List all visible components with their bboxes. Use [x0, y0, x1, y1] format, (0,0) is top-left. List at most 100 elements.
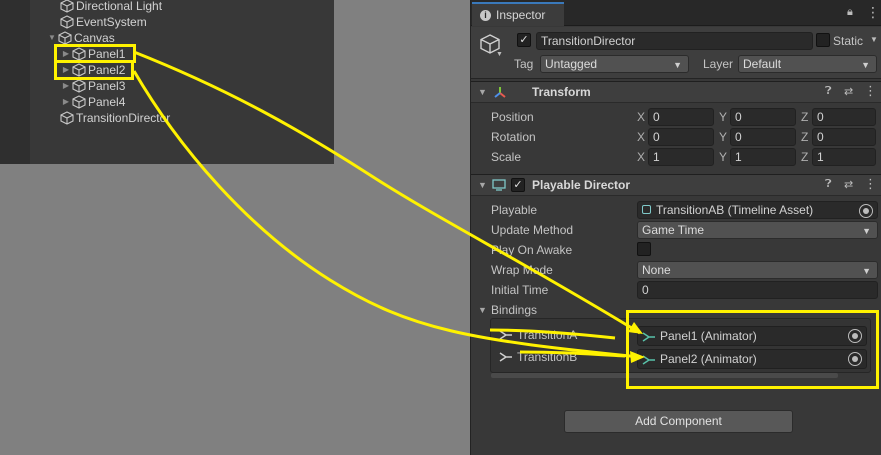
static-caret-icon[interactable]: ▼: [870, 35, 878, 44]
tag-value: Untagged: [545, 57, 598, 71]
collapsed-arrow-icon[interactable]: ▶: [60, 78, 72, 94]
playable-director-header[interactable]: ▼ ✓ Playable Director ❓︎ ⇄ ⋮: [471, 174, 881, 196]
inspector-tab-bar: i Inspector 🔒︎ ⋮: [471, 0, 881, 26]
hierarchy-item-label: Directional Light: [76, 0, 163, 13]
static-checkbox[interactable]: [816, 33, 830, 47]
timeline-asset-icon: [642, 205, 651, 214]
transform-header[interactable]: ▼ Transform ❓︎ ⇄ ⋮: [471, 81, 881, 103]
hierarchy-item-label: TransitionDirector: [76, 111, 171, 125]
transform-title: Transform: [532, 85, 591, 99]
hierarchy-item-panel4[interactable]: ▶ Panel4: [60, 94, 125, 110]
icon-dropdown-caret-icon[interactable]: ▼: [496, 51, 503, 58]
chevron-down-icon: ▼: [862, 266, 871, 276]
hierarchy-item-directional-light[interactable]: Directional Light: [60, 0, 162, 14]
scale-y-field[interactable]: 1: [730, 148, 796, 166]
playable-label: Playable: [491, 203, 538, 217]
hierarchy-item-label: Panel4: [88, 95, 126, 109]
hierarchy-item-label: EventSystem: [76, 15, 147, 29]
tab-inspector[interactable]: i Inspector: [472, 2, 564, 26]
layer-dropdown[interactable]: Default ▼: [738, 55, 877, 73]
position-x-field[interactable]: 0: [648, 108, 714, 126]
rotation-z-field[interactable]: 0: [812, 128, 876, 146]
axis-y-label: Y: [719, 110, 728, 124]
gameobject-name-field[interactable]: TransitionDirector: [536, 32, 813, 50]
axis-z-label: Z: [801, 130, 809, 144]
binding-track-label: TransitionA: [517, 328, 578, 342]
highlight-box-bindings: [626, 310, 879, 389]
tag-dropdown[interactable]: Untagged ▼: [540, 55, 689, 73]
binding-track-label: TransitionB: [517, 350, 578, 364]
scale-x-field[interactable]: 1: [648, 148, 714, 166]
component-enabled-checkbox[interactable]: ✓: [511, 178, 525, 192]
object-picker-icon[interactable]: [859, 204, 873, 218]
gameobject-icon: [58, 31, 72, 45]
presets-icon[interactable]: ⇄: [844, 178, 853, 191]
more-menu-icon[interactable]: ⋮: [866, 4, 880, 21]
gameobject-icon: [60, 15, 74, 29]
static-label: Static: [833, 34, 864, 48]
wrap-mode-label: Wrap Mode: [491, 263, 553, 277]
rotation-x-field[interactable]: 0: [648, 128, 714, 146]
initial-time-field[interactable]: 0: [637, 281, 878, 299]
playable-value: TransitionAB (Timeline Asset): [656, 203, 814, 217]
context-menu-icon[interactable]: ⋮: [864, 83, 877, 99]
tab-label: Inspector: [496, 8, 546, 22]
help-icon[interactable]: ❓︎: [825, 178, 832, 191]
hierarchy-item-eventsystem[interactable]: EventSystem: [60, 14, 147, 30]
hierarchy-item-label: Panel3: [88, 79, 126, 93]
axis-y-label: Y: [719, 150, 728, 164]
gameobject-icon: [60, 111, 74, 125]
gameobject-header: ▼ ✓ TransitionDirector Static ▼ Tag Unta…: [471, 27, 881, 79]
highlight-box-panel2: [54, 60, 134, 80]
playable-director-title: Playable Director: [532, 178, 631, 192]
position-z-field[interactable]: 0: [812, 108, 876, 126]
collapsed-arrow-icon[interactable]: ▶: [60, 94, 72, 110]
add-component-button[interactable]: Add Component: [564, 410, 793, 433]
info-icon: i: [480, 9, 491, 21]
position-label: Position: [491, 110, 534, 124]
play-on-awake-label: Play On Awake: [491, 243, 573, 257]
chevron-down-icon: ▼: [861, 60, 870, 70]
playable-director-icon: [492, 179, 506, 191]
help-icon[interactable]: ❓︎: [825, 85, 832, 98]
expanded-arrow-icon[interactable]: ▼: [478, 87, 487, 97]
binding-track-a: TransitionA: [499, 327, 577, 343]
update-method-value: Game Time: [642, 223, 705, 237]
axis-y-label: Y: [719, 130, 728, 144]
wrap-mode-dropdown[interactable]: None ▼: [637, 261, 878, 279]
layer-label: Layer: [703, 57, 734, 71]
update-method-dropdown[interactable]: Game Time ▼: [637, 221, 878, 239]
lock-icon[interactable]: 🔒︎: [847, 6, 853, 19]
chevron-down-icon: ▼: [673, 60, 682, 70]
tag-label: Tag: [514, 57, 534, 71]
gameobject-icon: [60, 0, 74, 13]
position-y-field[interactable]: 0: [730, 108, 796, 126]
animation-track-icon: [499, 352, 512, 362]
gameobject-icon: [72, 95, 86, 109]
axis-z-label: Z: [801, 150, 809, 164]
playable-object-field[interactable]: TransitionAB (Timeline Asset): [637, 201, 878, 219]
hierarchy-item-panel3[interactable]: ▶ Panel3: [60, 78, 125, 94]
presets-icon[interactable]: ⇄: [844, 85, 853, 98]
expanded-arrow-icon[interactable]: ▼: [478, 180, 487, 190]
binding-track-b: TransitionB: [499, 349, 577, 365]
axis-x-label: X: [637, 150, 646, 164]
active-checkbox[interactable]: ✓: [517, 33, 531, 47]
bindings-fold-icon[interactable]: ▼: [478, 305, 487, 315]
scale-z-field[interactable]: 1: [812, 148, 876, 166]
scale-label: Scale: [491, 150, 522, 164]
gameobject-icon: [72, 79, 86, 93]
hierarchy-item-transitiondirector[interactable]: TransitionDirector: [60, 110, 170, 126]
wrap-mode-value: None: [642, 263, 671, 277]
update-method-label: Update Method: [491, 223, 574, 237]
bindings-label: Bindings: [491, 303, 538, 317]
axis-x-label: X: [637, 110, 646, 124]
rotation-y-field[interactable]: 0: [730, 128, 796, 146]
axis-z-label: Z: [801, 110, 809, 124]
context-menu-icon[interactable]: ⋮: [864, 176, 877, 192]
play-on-awake-checkbox[interactable]: [637, 242, 651, 256]
hierarchy-gutter: [0, 0, 30, 164]
layer-value: Default: [743, 57, 782, 71]
rotation-label: Rotation: [491, 130, 536, 144]
initial-time-label: Initial Time: [491, 283, 549, 297]
